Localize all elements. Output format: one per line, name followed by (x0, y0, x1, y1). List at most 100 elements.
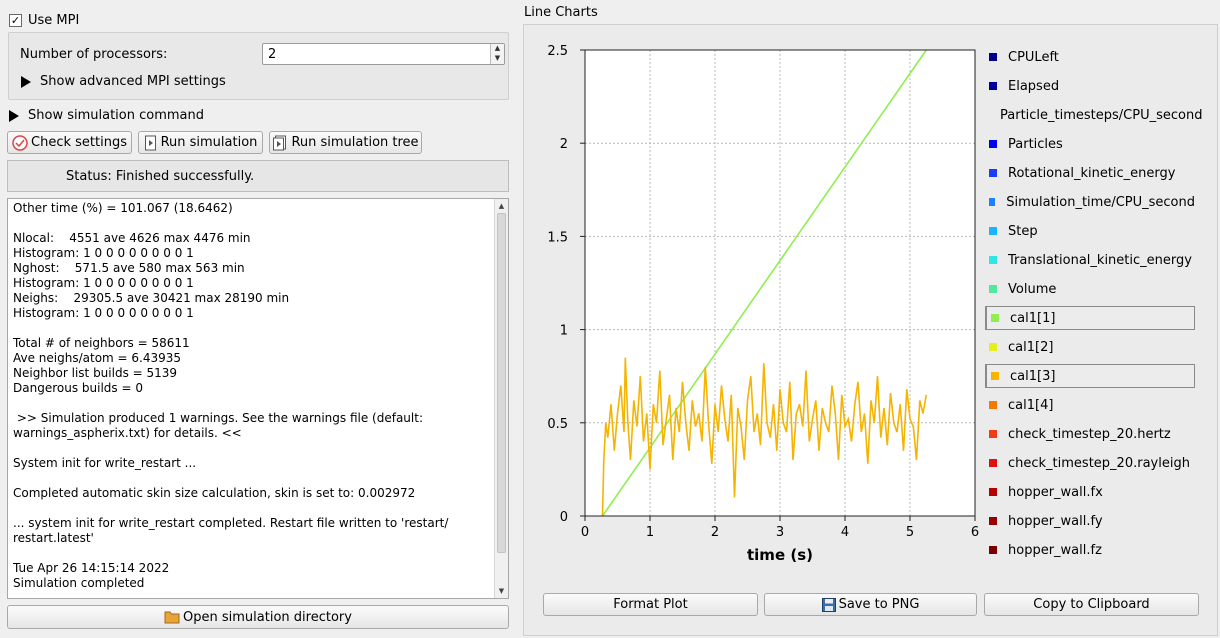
legend-swatch (991, 372, 999, 380)
format-plot-label: Format Plot (613, 597, 688, 612)
spin-arrows[interactable]: ▲ ▼ (490, 44, 504, 64)
legend-item[interactable]: Translational_kinetic_energy (985, 248, 1195, 272)
legend-item[interactable]: Rotational_kinetic_energy (985, 161, 1195, 185)
use-mpi-checkbox[interactable]: ✓ (9, 14, 22, 27)
legend-item[interactable]: cal1[4] (985, 393, 1195, 417)
legend-swatch (989, 169, 997, 177)
legend-item[interactable]: Step (985, 219, 1195, 243)
legend-swatch (989, 198, 996, 206)
legend-label: Simulation_time/CPU_second (1006, 194, 1195, 210)
log-line: restart.latest' (13, 531, 94, 545)
line-charts-title: Line Charts (524, 5, 598, 20)
legend-item[interactable]: hopper_wall.fx (985, 480, 1195, 504)
log-scrollbar[interactable]: ▲ ▼ (494, 199, 508, 598)
copy-clipboard-button[interactable]: Copy to Clipboard (984, 593, 1199, 616)
spin-down-icon[interactable]: ▼ (491, 54, 504, 64)
legend-label: cal1[4] (1008, 397, 1054, 413)
legend-label: Rotational_kinetic_energy (1008, 165, 1176, 181)
legend-item[interactable]: Volume (985, 277, 1195, 301)
legend-item[interactable]: cal1[1] (985, 306, 1195, 330)
open-sim-dir-label: Open simulation directory (183, 609, 352, 625)
legend-swatch (989, 488, 997, 496)
legend-swatch (989, 53, 997, 61)
legend-swatch (989, 430, 997, 438)
scroll-down-icon[interactable]: ▼ (495, 584, 508, 598)
x-tick-label: 0 (581, 525, 589, 540)
processors-spinbox[interactable]: 2 ▲ ▼ (262, 43, 505, 65)
log-line: Dangerous builds = 0 (13, 381, 143, 395)
y-tick-label: 2 (560, 137, 568, 152)
save-png-label: Save to PNG (838, 597, 920, 612)
open-sim-dir-button[interactable]: Open simulation directory (7, 605, 509, 629)
log-line: Histogram: 1 0 0 0 0 0 0 0 0 1 (13, 306, 194, 320)
legend-label: check_timestep_20.hertz (1008, 426, 1171, 442)
legend-item[interactable]: Simulation_time/CPU_second (985, 190, 1195, 214)
run-document-icon (144, 135, 158, 151)
format-plot-button[interactable]: Format Plot (543, 593, 758, 616)
expand-triangle-icon (9, 109, 19, 122)
save-png-button[interactable]: Save to PNG (764, 593, 977, 616)
spin-up-icon[interactable]: ▲ (491, 44, 504, 54)
floppy-disk-icon (821, 597, 836, 612)
log-line: Ave neighs/atom = 6.43935 (13, 351, 182, 365)
scroll-up-icon[interactable]: ▲ (495, 199, 508, 213)
log-line: System init for write_restart ... (13, 456, 197, 470)
folder-icon (164, 610, 180, 624)
log-line: Nlocal: 4551 ave 4626 max 4476 min (13, 231, 251, 245)
legend-item[interactable]: hopper_wall.fz (985, 538, 1195, 562)
run-simulation-label: Run simulation (160, 135, 258, 150)
legend-swatch (989, 82, 997, 90)
legend-item[interactable]: Elapsed (985, 74, 1195, 98)
y-tick-label: 0 (560, 510, 568, 525)
legend-item[interactable]: CPULeft (985, 45, 1195, 69)
check-settings-button[interactable]: Check settings (7, 131, 132, 154)
log-line: Histogram: 1 0 0 0 0 0 0 0 0 1 (13, 246, 194, 260)
line-chart[interactable]: 0 1 2 3 4 5 6 0 0.5 1 1.5 2 2.5 time (s) (530, 30, 980, 580)
run-simulation-tree-label: Run simulation tree (291, 135, 419, 150)
log-line: Tue Apr 26 14:15:14 2022 (13, 561, 170, 575)
legend-label: CPULeft (1008, 49, 1059, 65)
legend-label: hopper_wall.fx (1008, 484, 1103, 500)
mpi-settings-group: Number of processors: 2 ▲ ▼ Show advance… (8, 32, 509, 100)
simulation-log[interactable]: Other time (%) = 101.067 (18.6462) Nlocal… (7, 198, 509, 599)
processors-label: Number of processors: (20, 47, 168, 62)
x-tick-label: 1 (646, 525, 654, 540)
legend-label: Step (1008, 223, 1038, 239)
run-simulation-button[interactable]: Run simulation (138, 131, 263, 154)
use-mpi-label: Use MPI (28, 13, 80, 28)
y-tick-label: 2.5 (547, 44, 568, 59)
status-box: Status: Finished successfully. (7, 160, 509, 192)
legend-item[interactable]: cal1[2] (985, 335, 1195, 359)
scrollbar-thumb[interactable] (497, 213, 506, 553)
sim-command-toggle[interactable]: Show simulation command (9, 108, 204, 123)
legend-item[interactable]: hopper_wall.fy (985, 509, 1195, 533)
legend-item[interactable]: check_timestep_20.rayleigh (985, 451, 1195, 475)
legend-swatch (989, 227, 997, 235)
legend-swatch (989, 256, 997, 264)
legend-label: hopper_wall.fz (1008, 542, 1102, 558)
use-mpi-row[interactable]: ✓ Use MPI (9, 13, 79, 28)
y-tick-label: 1.5 (547, 230, 568, 245)
legend-item[interactable]: cal1[3] (985, 364, 1195, 388)
legend-label: Volume (1008, 281, 1057, 297)
legend-item[interactable]: Particles (985, 132, 1195, 156)
x-tick-label: 5 (906, 525, 914, 540)
log-line: Simulation completed (13, 576, 145, 590)
processors-value: 2 (268, 47, 277, 62)
log-line: warnings_aspherix.txt) for details. << (13, 426, 242, 440)
log-line: Nghost: 571.5 ave 580 max 563 min (13, 261, 245, 275)
log-line: ... system init for write_restart comple… (13, 516, 449, 530)
legend-item[interactable]: check_timestep_20.hertz (985, 422, 1195, 446)
check-settings-icon (12, 134, 28, 151)
log-line: Completed automatic skin size calculatio… (13, 486, 416, 500)
log-line: Total # of neighbors = 58611 (13, 336, 190, 350)
advanced-mpi-toggle[interactable]: Show advanced MPI settings (21, 74, 226, 89)
legend-label: check_timestep_20.rayleigh (1008, 455, 1190, 471)
run-simulation-tree-button[interactable]: Run simulation tree (269, 131, 422, 154)
y-tick-label: 0.5 (547, 417, 568, 432)
sim-command-label: Show simulation command (28, 108, 204, 123)
legend-item[interactable]: Particle_timesteps/CPU_second (985, 103, 1202, 127)
